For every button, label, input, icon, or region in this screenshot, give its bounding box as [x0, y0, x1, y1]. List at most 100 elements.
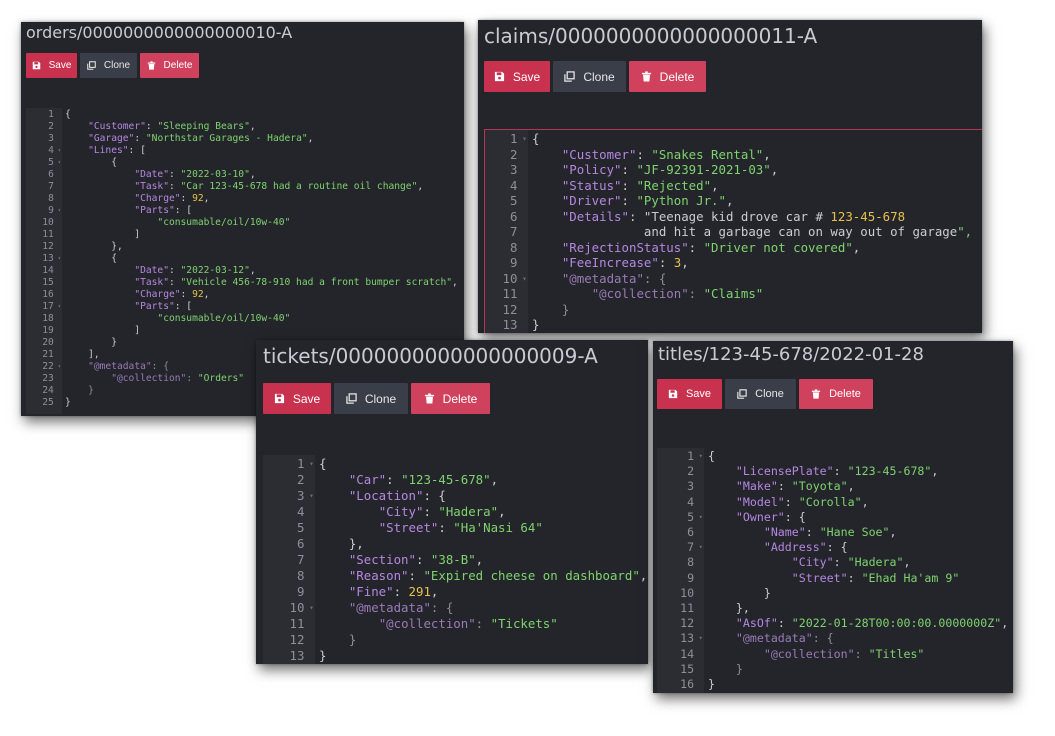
- line-number: 10: [680, 585, 695, 600]
- delete-button[interactable]: Delete: [629, 61, 706, 92]
- line-number: 4 ▾: [48, 145, 62, 157]
- line-number: 11: [42, 229, 54, 240]
- fold-toggle-icon[interactable]: ▾: [699, 449, 703, 464]
- code-line: {: [708, 449, 715, 463]
- code-line: "Car": "123-45-678",: [348, 472, 499, 487]
- fold-toggle-icon[interactable]: ▾: [58, 157, 61, 169]
- code-line: "Customer": "Snakes Rental",: [561, 146, 771, 162]
- line-number: 19: [42, 325, 54, 336]
- fold-toggle-icon[interactable]: ▾: [58, 301, 61, 313]
- delete-button[interactable]: Delete: [140, 53, 199, 78]
- code-line: "AsOf": "2022-01-28T00:00:00.0000000Z",: [735, 616, 1009, 631]
- line-number: 24: [42, 385, 54, 396]
- document-title: titles/123-45-678/2022-01-28: [658, 344, 924, 365]
- code-line: "Name": "Hane Soe",: [763, 525, 897, 540]
- code-line: "Parts": [: [134, 301, 193, 312]
- code-line: "RejectionStatus": "Driver not covered",: [561, 239, 861, 255]
- line-number: 22 ▾: [42, 361, 62, 373]
- clone-button[interactable]: Clone: [725, 379, 796, 409]
- line-number: 6: [297, 536, 305, 551]
- json-editor[interactable]: 1 ▾ 2 3 4 5 ▾ 6 7 ▾ 8 9 10 11 12 13 ▾ 14 15 16 { "LicensePl…: [657, 448, 1013, 693]
- code-line: "@metadata": {: [735, 631, 834, 646]
- fold-toggle-icon[interactable]: ▾: [522, 131, 526, 147]
- code-line: "FeeIncrease": 3,: [561, 255, 689, 270]
- line-number: 17 ▾: [42, 301, 62, 313]
- code-area: { "Customer": "Snakes Rental", "Policy":…: [528, 130, 982, 333]
- code-line: "@metadata": {: [561, 270, 667, 286]
- code-line: "Section": "38-B",: [348, 552, 484, 567]
- code-area: { "Car": "123-45-678", "Location": { "Ci…: [315, 455, 648, 664]
- save-button[interactable]: Save: [26, 53, 77, 78]
- clone-button-label: Clone: [103, 60, 131, 71]
- clone-button-label: Clone: [364, 391, 397, 406]
- code-line: {: [65, 157, 117, 168]
- code-line: "Make": "Toyota",: [735, 479, 855, 494]
- line-number: 5 ▾: [687, 509, 703, 525]
- trash-icon: [147, 61, 155, 70]
- code-line: }: [532, 317, 540, 332]
- save-button[interactable]: Save: [484, 61, 550, 92]
- line-number: 9 ▾: [48, 205, 62, 217]
- delete-button[interactable]: Delete: [411, 383, 490, 414]
- code-line: "Parts": [: [134, 205, 193, 216]
- line-number: 1 ▾: [297, 456, 314, 472]
- delete-button[interactable]: Delete: [799, 379, 873, 409]
- clone-button[interactable]: Clone: [334, 383, 408, 414]
- clone-button[interactable]: Clone: [80, 53, 137, 78]
- delete-button-label: Delete: [829, 388, 861, 400]
- fold-toggle-icon[interactable]: ▾: [58, 205, 61, 217]
- code-line: "Street": "Ehad Ha'am 9": [791, 570, 960, 585]
- save-button[interactable]: Save: [657, 379, 722, 409]
- line-number: 2: [687, 464, 695, 479]
- code-line: "Owner": {: [735, 509, 806, 524]
- code-line: "Charge": 92,: [134, 193, 210, 204]
- line-number: 21: [42, 349, 54, 360]
- fold-toggle-icon[interactable]: ▾: [699, 631, 703, 646]
- clone-button-label: Clone: [755, 388, 784, 400]
- line-number-gutter: 1 2 3 4 ▾ 5 ▾ 6 7 8 9 ▾ 10 11 12 13 ▾ 14 15 16 17 ▾ 18 19 20 21 22…: [26, 108, 62, 414]
- fold-toggle-icon[interactable]: ▾: [522, 271, 526, 287]
- line-number: 6: [510, 208, 518, 224]
- document-panel-claims: claims/0000000000000000011-A Save Clone …: [478, 20, 982, 333]
- code-line: "Model": "Corolla",: [735, 494, 869, 509]
- fold-toggle-icon[interactable]: ▾: [58, 145, 61, 157]
- line-number: 12: [680, 616, 695, 631]
- code-line: {: [65, 109, 71, 120]
- line-number: 3: [510, 162, 518, 177]
- fold-toggle-icon[interactable]: ▾: [309, 488, 313, 504]
- line-number: 4: [297, 504, 305, 519]
- code-line: "Policy": "JF-92391-2021-03",: [561, 162, 779, 177]
- code-line: "Location": {: [348, 488, 446, 503]
- fold-toggle-icon[interactable]: ▾: [58, 253, 61, 265]
- save-button-label: Save: [512, 69, 541, 84]
- line-number: 2: [510, 146, 518, 162]
- fold-toggle-icon[interactable]: ▾: [58, 361, 61, 373]
- save-button[interactable]: Save: [263, 383, 331, 414]
- json-editor[interactable]: 1 ▾ 2 3 ▾ 4 5 6 7 8 9 10 ▾ 11 12 13 { "Car": "123-45-67…: [263, 455, 648, 664]
- fold-toggle-icon[interactable]: ▾: [309, 600, 313, 616]
- line-number: 4: [510, 177, 518, 193]
- trash-icon: [811, 389, 821, 399]
- clone-button[interactable]: Clone: [553, 61, 626, 92]
- json-editor[interactable]: 1 ▾ 2 3 4 5 6 7 8 9 10 ▾ 11 12 13 { "Customer": "Snake…: [484, 129, 982, 333]
- code-line: }: [319, 648, 327, 663]
- line-number: 18: [42, 313, 54, 324]
- line-number: 16: [680, 677, 695, 692]
- document-title: tickets/0000000000000000009-A: [263, 344, 598, 368]
- line-number: 3: [48, 133, 54, 144]
- line-number: 6: [48, 169, 54, 180]
- code-line: "Date": "2022-03-12",: [134, 265, 256, 276]
- code-line: {: [65, 253, 117, 264]
- clone-button-label: Clone: [583, 69, 615, 84]
- fold-toggle-icon[interactable]: ▾: [309, 456, 313, 472]
- fold-toggle-icon[interactable]: ▾: [699, 540, 703, 555]
- line-number: 6: [687, 525, 695, 540]
- line-number: 10 ▾: [502, 270, 527, 287]
- line-number: 16: [42, 289, 54, 300]
- code-line: "LicensePlate": "123-45-678",: [735, 464, 939, 479]
- line-number: 1 ▾: [510, 131, 527, 147]
- code-line: ]: [65, 229, 141, 240]
- fold-toggle-icon[interactable]: ▾: [699, 510, 703, 525]
- document-toolbar: Save Clone Delete: [263, 383, 490, 414]
- code-line: },: [65, 241, 123, 252]
